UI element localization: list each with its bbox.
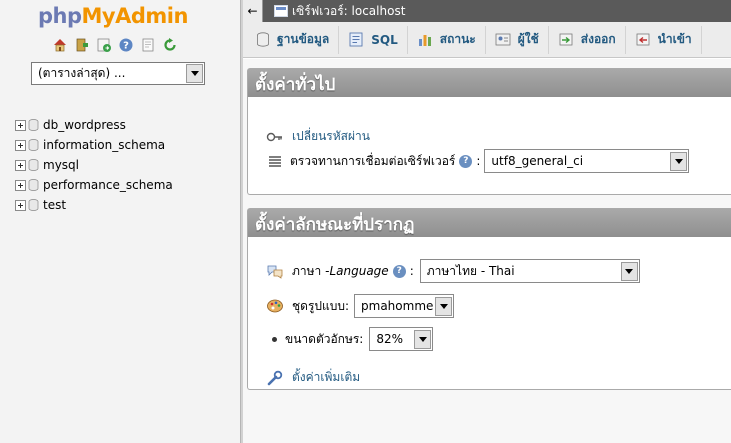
palette-icon — [267, 299, 283, 313]
exit-icon[interactable] — [74, 37, 90, 53]
database-icon — [28, 159, 39, 171]
main-menu-tabs: ฐานข้อมูล SQL สถานะ ผู้ใช้ ส่งออก นำเข้า — [243, 22, 731, 58]
sql-icon — [349, 32, 363, 47]
bullet-icon — [272, 336, 277, 342]
chevron-down-icon[interactable] — [620, 261, 638, 281]
key-icon — [266, 132, 282, 141]
more-settings-link[interactable]: ตั้งค่าเพิ่มเติม — [292, 368, 360, 387]
change-password-link[interactable]: เปลี่ยนรหัสผ่าน — [292, 127, 370, 146]
collation-select[interactable]: utf8_general_ci — [484, 149, 690, 173]
export-icon — [559, 33, 573, 46]
collation-label: ตรวจทานการเชื่อมต่อเซิร์ฟเวอร์ — [290, 153, 456, 168]
list-icon — [269, 156, 281, 167]
server-icon — [274, 5, 288, 17]
database-icon — [28, 139, 39, 151]
language-select[interactable]: ภาษาไทย - Thai — [419, 259, 640, 283]
breadcrumb[interactable]: เซิร์ฟเวอร์: localhost — [292, 2, 405, 21]
font-size-row: ขนาดตัวอักษร: 82% — [266, 327, 434, 351]
database-select[interactable]: (ตารางล่าสุด) ... — [31, 62, 205, 85]
status-icon — [418, 35, 431, 46]
chevron-down-icon[interactable] — [435, 296, 453, 316]
tab-status[interactable]: สถานะ — [408, 25, 486, 54]
wrench-icon — [267, 370, 283, 385]
help-icon[interactable]: ? — [459, 154, 473, 168]
more-settings-row: ตั้งค่าเพิ่มเติม — [266, 368, 360, 387]
expand-icon[interactable] — [15, 139, 26, 151]
database-item[interactable]: performance_schema — [15, 175, 173, 195]
theme-row: ชุดรูปแบบ: pmahomme — [266, 294, 455, 318]
panel-title: ตั้งค่าทั่วไป — [248, 69, 731, 97]
database-icon — [28, 179, 39, 191]
theme-select[interactable]: pmahomme — [354, 294, 455, 318]
expand-icon[interactable] — [15, 199, 26, 211]
tab-import[interactable]: นำเข้า — [626, 25, 702, 54]
panel-title: ตั้งค่าลักษณะที่ปรากฏ — [248, 209, 731, 237]
expand-icon[interactable] — [15, 179, 26, 191]
svg-text:?: ? — [123, 41, 129, 52]
collation-row: ตรวจทานการเชื่อมต่อเซิร์ฟเวอร์ ? : utf8_… — [268, 149, 690, 173]
sql-query-icon[interactable] — [96, 37, 112, 53]
database-tree: db_wordpress information_schema mysql pe… — [15, 115, 173, 215]
database-icon — [257, 32, 269, 47]
navigation-panel: phpMyAdmin ? (ตารางล่าสุด) ... db_wordpr… — [0, 0, 240, 443]
home-icon[interactable] — [52, 37, 68, 53]
expand-icon[interactable] — [15, 159, 26, 171]
database-item[interactable]: test — [15, 195, 173, 215]
tab-databases[interactable]: ฐานข้อมูล — [247, 25, 340, 54]
import-icon — [636, 33, 650, 46]
tab-users[interactable]: ผู้ใช้ — [486, 25, 549, 54]
docs-icon[interactable] — [140, 37, 156, 53]
users-icon — [495, 33, 511, 46]
chevron-down-icon[interactable] — [414, 329, 432, 349]
language-row: ภาษา - Language ? : ภาษาไทย - Thai — [266, 259, 640, 283]
appearance-settings-panel: ตั้งค่าลักษณะที่ปรากฏ ภาษา - Language ? … — [247, 208, 731, 390]
language-icon — [267, 265, 283, 279]
help-icon[interactable]: ? — [118, 37, 134, 53]
chevron-down-icon[interactable] — [670, 151, 688, 171]
phpmyadmin-logo[interactable]: phpMyAdmin — [38, 4, 188, 28]
database-item[interactable]: db_wordpress — [15, 115, 173, 135]
general-settings-panel: ตั้งค่าทั่วไป เปลี่ยนรหัสผ่าน ตรวจทานการ… — [247, 68, 731, 195]
main-content: ตั้งค่าทั่วไป เปลี่ยนรหัสผ่าน ตรวจทานการ… — [243, 59, 731, 443]
database-icon — [28, 119, 39, 131]
reload-icon[interactable] — [162, 37, 178, 53]
database-icon — [28, 199, 39, 211]
expand-icon[interactable] — [15, 119, 26, 131]
font-size-select[interactable]: 82% — [369, 327, 434, 351]
nav-icon-bar: ? — [52, 37, 178, 55]
help-icon[interactable]: ? — [392, 264, 406, 278]
database-item[interactable]: information_schema — [15, 135, 173, 155]
chevron-down-icon[interactable] — [186, 64, 203, 83]
tab-sql[interactable]: SQL — [339, 25, 408, 54]
change-password-row: เปลี่ยนรหัสผ่าน — [266, 127, 370, 146]
breadcrumb-bar: ← เซิร์ฟเวอร์: localhost — [243, 0, 731, 22]
tab-export[interactable]: ส่งออก — [549, 25, 626, 54]
database-item[interactable]: mysql — [15, 155, 173, 175]
collapse-nav-button[interactable]: ← — [243, 0, 263, 22]
